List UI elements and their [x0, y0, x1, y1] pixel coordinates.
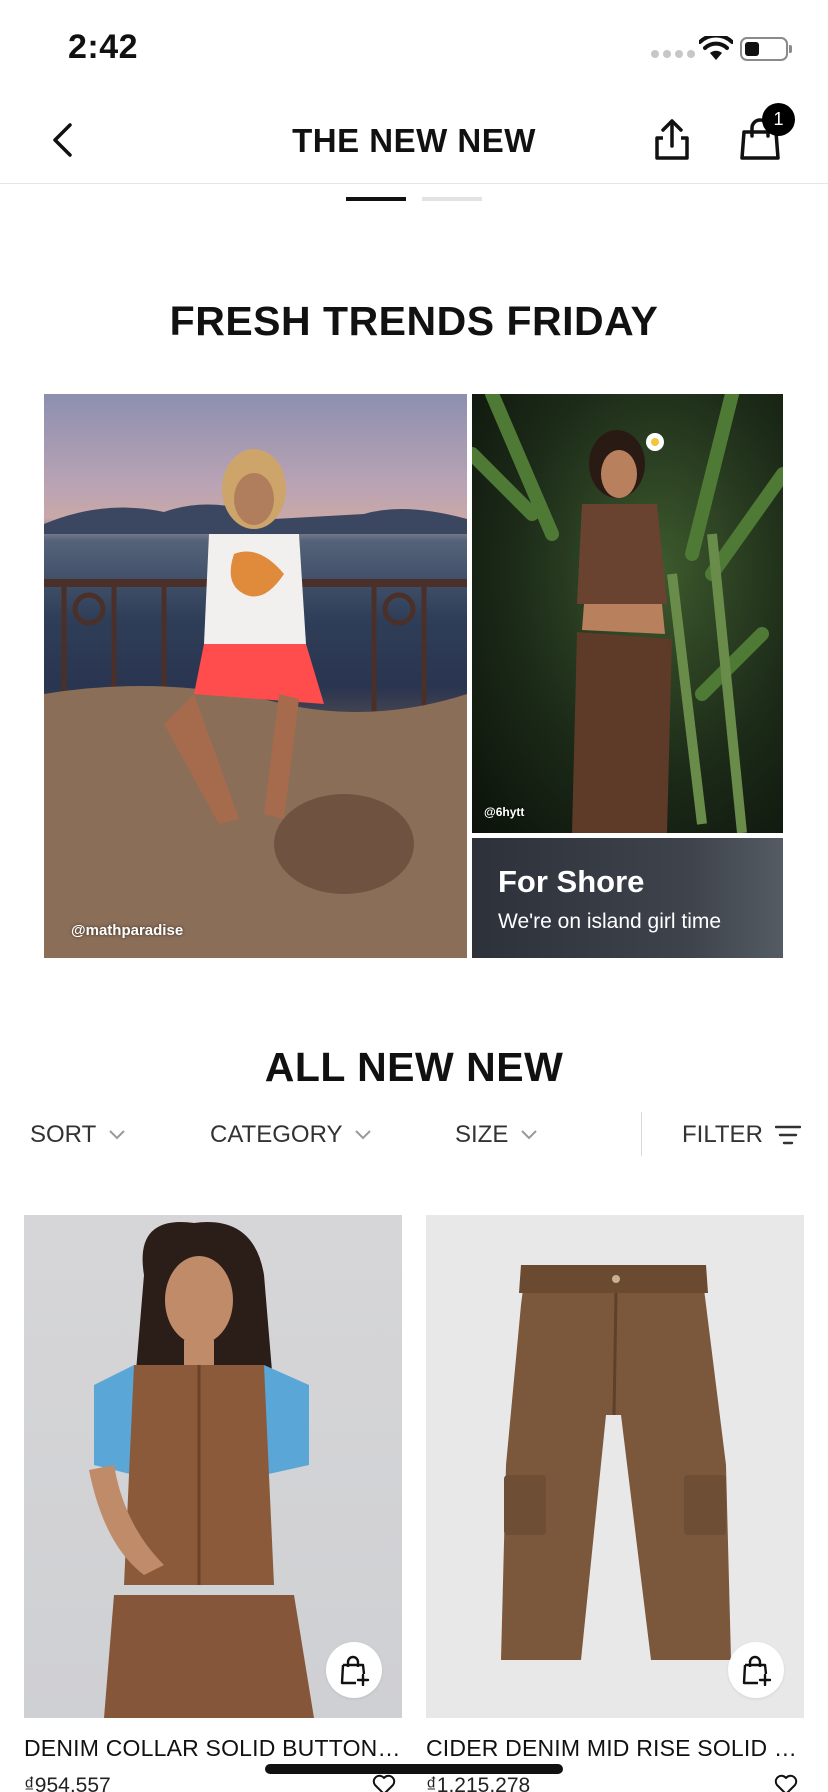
- chevron-down-icon: [109, 1130, 125, 1140]
- status-bar: 2:42: [0, 0, 828, 96]
- add-to-bag-button[interactable]: [326, 1642, 382, 1698]
- product-price-row: ₫1,215,278: [426, 1774, 804, 1792]
- photo-credit-left: @mathparadise: [71, 922, 184, 939]
- filter-button[interactable]: FILTER: [682, 1112, 801, 1158]
- product-card[interactable]: DENIM COLLAR SOLID BUTTON UP VEST ₫954,5…: [24, 1215, 402, 1792]
- product-image[interactable]: [24, 1215, 402, 1718]
- filter-lines-icon: [774, 1125, 801, 1145]
- cart-count-badge: 1: [762, 103, 795, 136]
- carousel-dot[interactable]: [422, 197, 482, 201]
- carousel-dot-active[interactable]: [346, 197, 406, 201]
- heart-icon[interactable]: [774, 1774, 798, 1792]
- filter-bar: SORT CATEGORY SIZE FILTER: [0, 1112, 828, 1158]
- add-to-bag-icon: [340, 1655, 370, 1686]
- share-button[interactable]: [648, 116, 696, 164]
- product-price-row: ₫954,557: [24, 1774, 402, 1792]
- product-price: ₫1,215,278: [426, 1774, 531, 1792]
- trends-section-title: FRESH TRENDS FRIDAY: [169, 298, 659, 344]
- palm-model-image: [472, 394, 783, 833]
- add-to-bag-icon: [742, 1655, 772, 1686]
- category-label: CATEGORY: [210, 1121, 343, 1148]
- filter-divider: [641, 1112, 642, 1156]
- size-dropdown[interactable]: SIZE: [455, 1112, 538, 1158]
- product-card[interactable]: CIDER DENIM MID RISE SOLID CARGO PANTS ₫…: [426, 1215, 804, 1792]
- category-dropdown[interactable]: CATEGORY: [210, 1112, 372, 1158]
- home-indicator: [265, 1764, 563, 1774]
- nav-bar: THE NEW NEW: [0, 96, 828, 184]
- product-name[interactable]: CIDER DENIM MID RISE SOLID CARGO PANTS: [426, 1735, 804, 1762]
- size-label: SIZE: [455, 1121, 509, 1148]
- photo-credit-right: @6hytt: [484, 805, 525, 819]
- product-image[interactable]: [426, 1215, 804, 1718]
- cellular-signal-icon: [651, 50, 695, 58]
- product-price: ₫954,557: [24, 1774, 111, 1792]
- carousel-indicator: [346, 197, 482, 201]
- promo-tile[interactable]: For Shore We're on island girl time: [472, 838, 783, 958]
- chevron-down-icon: [355, 1130, 372, 1140]
- page-title: THE NEW NEW: [292, 122, 536, 159]
- battery-icon: [740, 37, 792, 61]
- sort-label: SORT: [30, 1121, 97, 1148]
- status-time: 2:42: [68, 28, 139, 66]
- trend-photo-right[interactable]: [472, 394, 783, 833]
- promo-subtitle: We're on island girl time: [498, 910, 722, 933]
- add-to-bag-button[interactable]: [728, 1642, 784, 1698]
- heart-icon[interactable]: [372, 1774, 396, 1792]
- share-icon: [655, 119, 689, 160]
- filter-label: FILTER: [682, 1121, 763, 1148]
- wifi-icon: [699, 36, 733, 60]
- chevron-down-icon: [521, 1130, 538, 1140]
- product-name[interactable]: DENIM COLLAR SOLID BUTTON UP VEST: [24, 1735, 402, 1762]
- all-new-section-title: ALL NEW NEW: [264, 1044, 564, 1090]
- seaside-model-image: [44, 449, 467, 958]
- trend-photo-left[interactable]: [44, 394, 467, 958]
- promo-title: For Shore: [498, 864, 645, 899]
- sort-dropdown[interactable]: SORT: [30, 1112, 126, 1158]
